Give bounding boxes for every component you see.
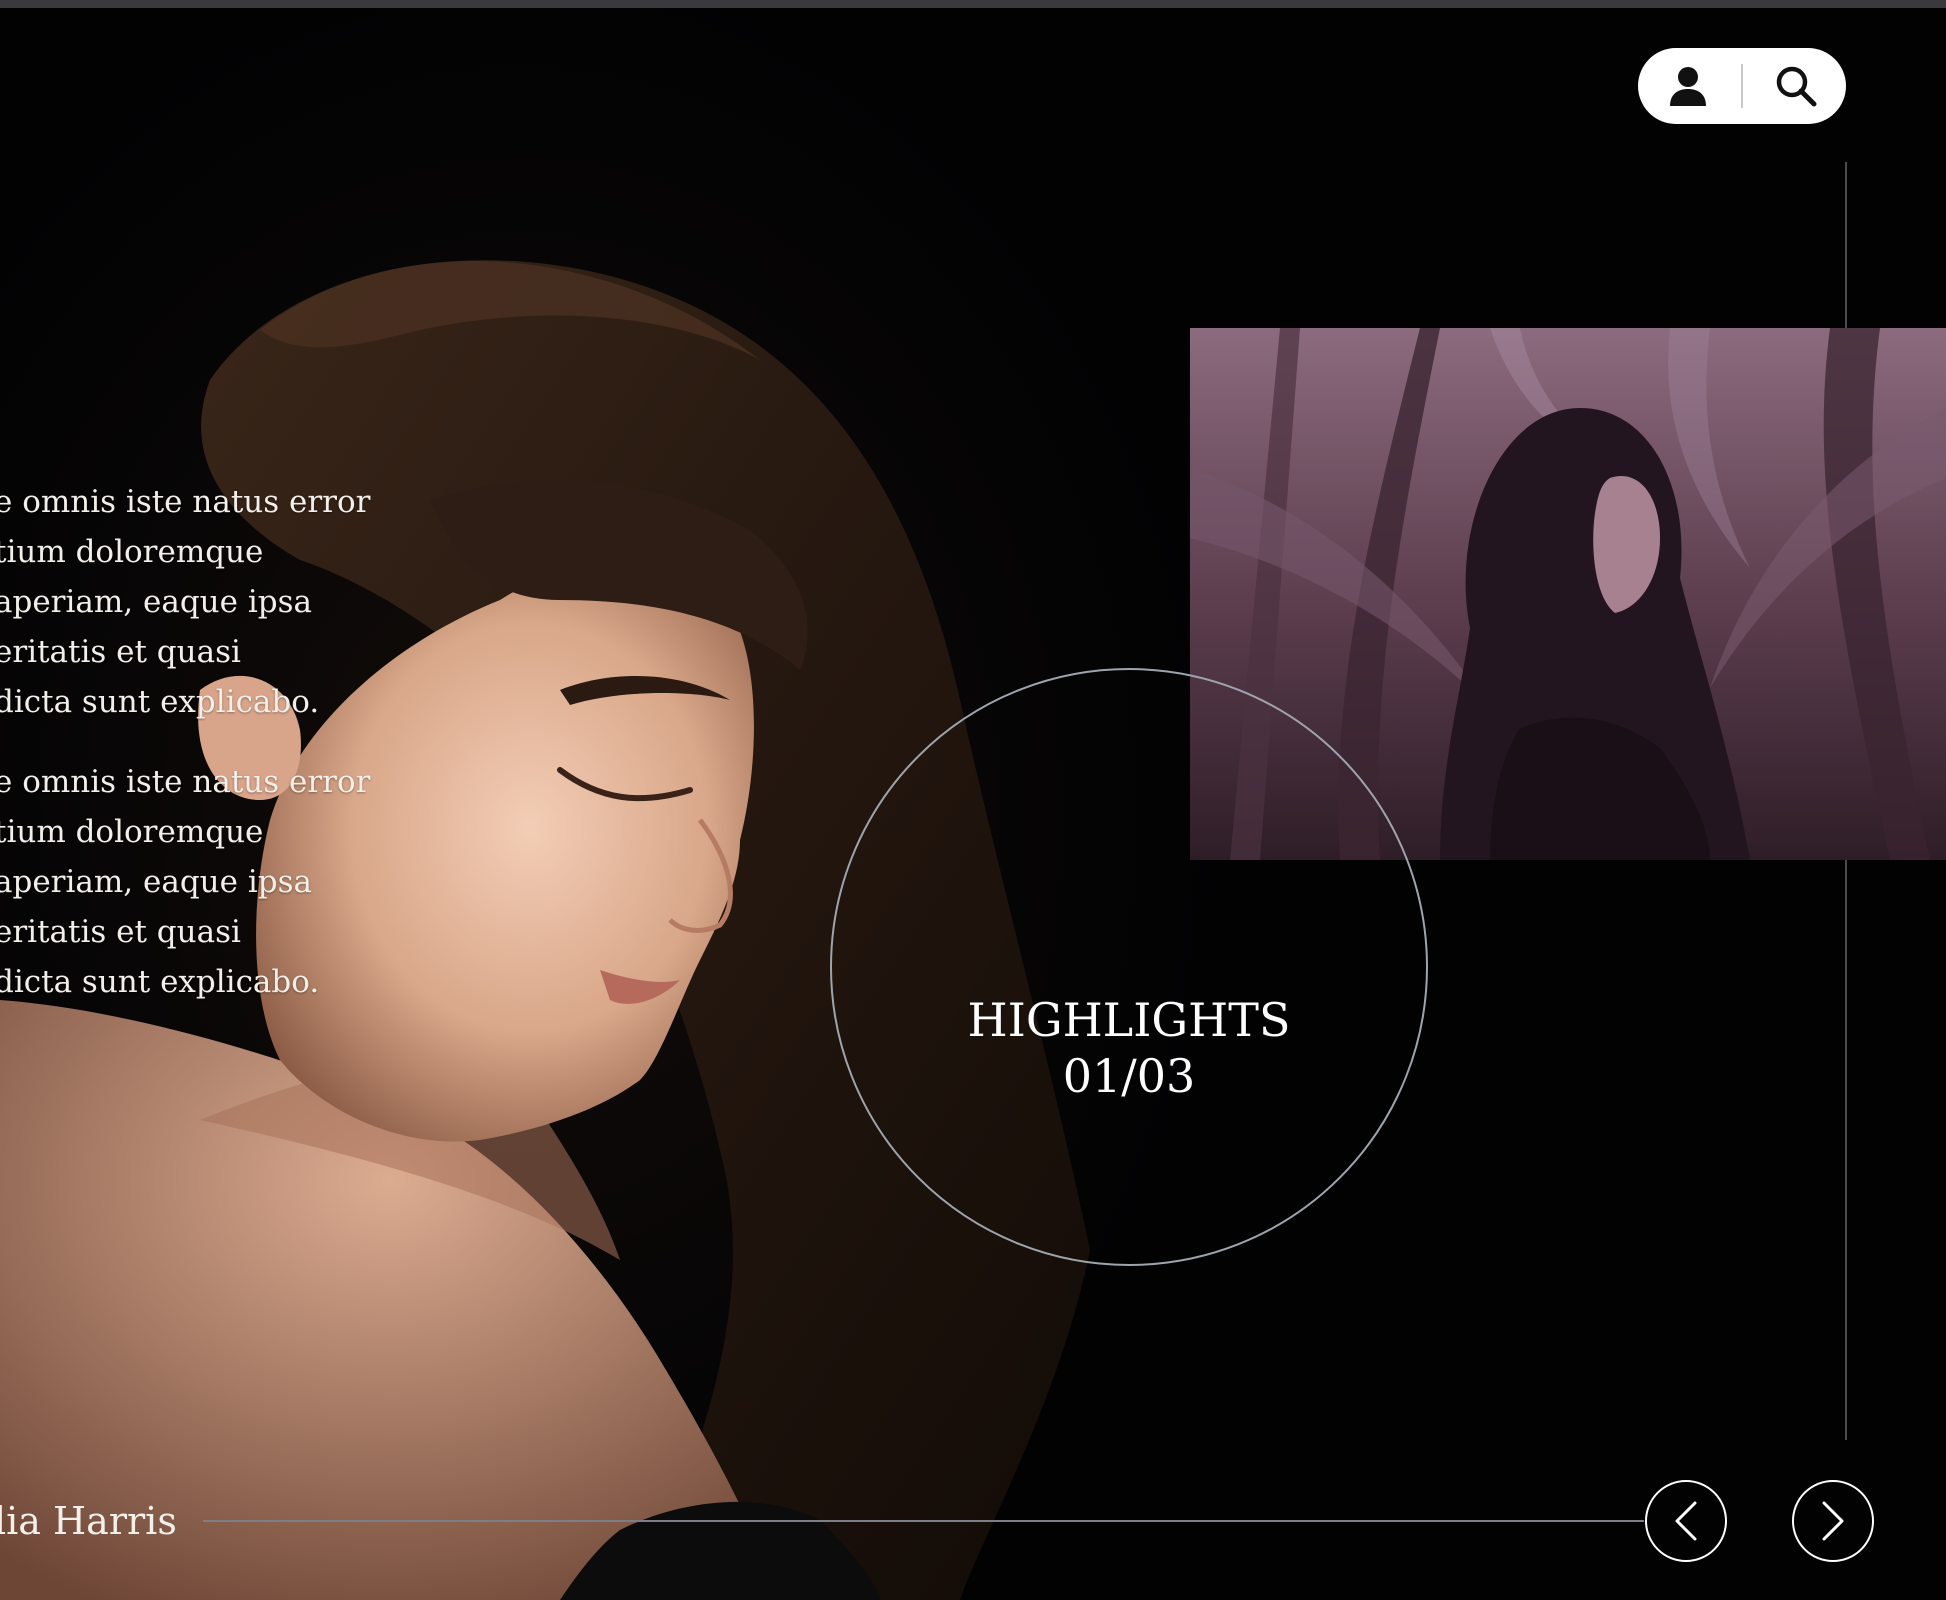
intro-paragraph-2: e omnis iste natus error tium doloremque… [0,757,370,1007]
pill-divider [1741,64,1743,108]
author-name: lia Harris [0,1499,177,1543]
intro-paragraph-2-line: eritatis et quasi [0,914,241,950]
highlights-title: HIGHLIGHTS [967,993,1291,1047]
intro-paragraph-2-line: tium doloremque [0,814,264,850]
bottom-divider-line [203,1520,1644,1522]
header-actions-pill [1638,48,1846,124]
intro-paragraph-1-line: dicta sunt explicabo. [0,684,320,720]
search-button[interactable] [1746,48,1846,124]
highlights-caption: HIGHLIGHTS 01/03 [830,992,1428,1104]
highlights-counter: 01/03 [1062,1049,1196,1103]
intro-paragraph-2-line: aperiam, eaque ipsa [0,864,312,900]
highlights-circle [830,668,1428,1266]
intro-paragraph-1: e omnis iste natus error tium doloremque… [0,477,370,727]
intro-paragraph-1-line: aperiam, eaque ipsa [0,584,312,620]
search-icon [1776,66,1817,107]
intro-paragraph-1-line: e omnis iste natus error [0,484,371,520]
intro-paragraph-1-line: tium doloremque [0,534,264,570]
user-account-button[interactable] [1638,48,1738,124]
chevron-left-icon [1675,1501,1697,1541]
next-slide-button[interactable] [1792,1480,1874,1562]
slide-page: e omnis iste natus error tium doloremque… [0,0,1946,1600]
intro-paragraph-2-line: e omnis iste natus error [0,764,371,800]
intro-paragraph-1-line: eritatis et quasi [0,634,241,670]
previous-slide-button[interactable] [1645,1480,1727,1562]
chevron-right-icon [1822,1501,1844,1541]
user-icon [1670,67,1706,106]
intro-paragraph-2-line: dicta sunt explicabo. [0,964,320,1000]
